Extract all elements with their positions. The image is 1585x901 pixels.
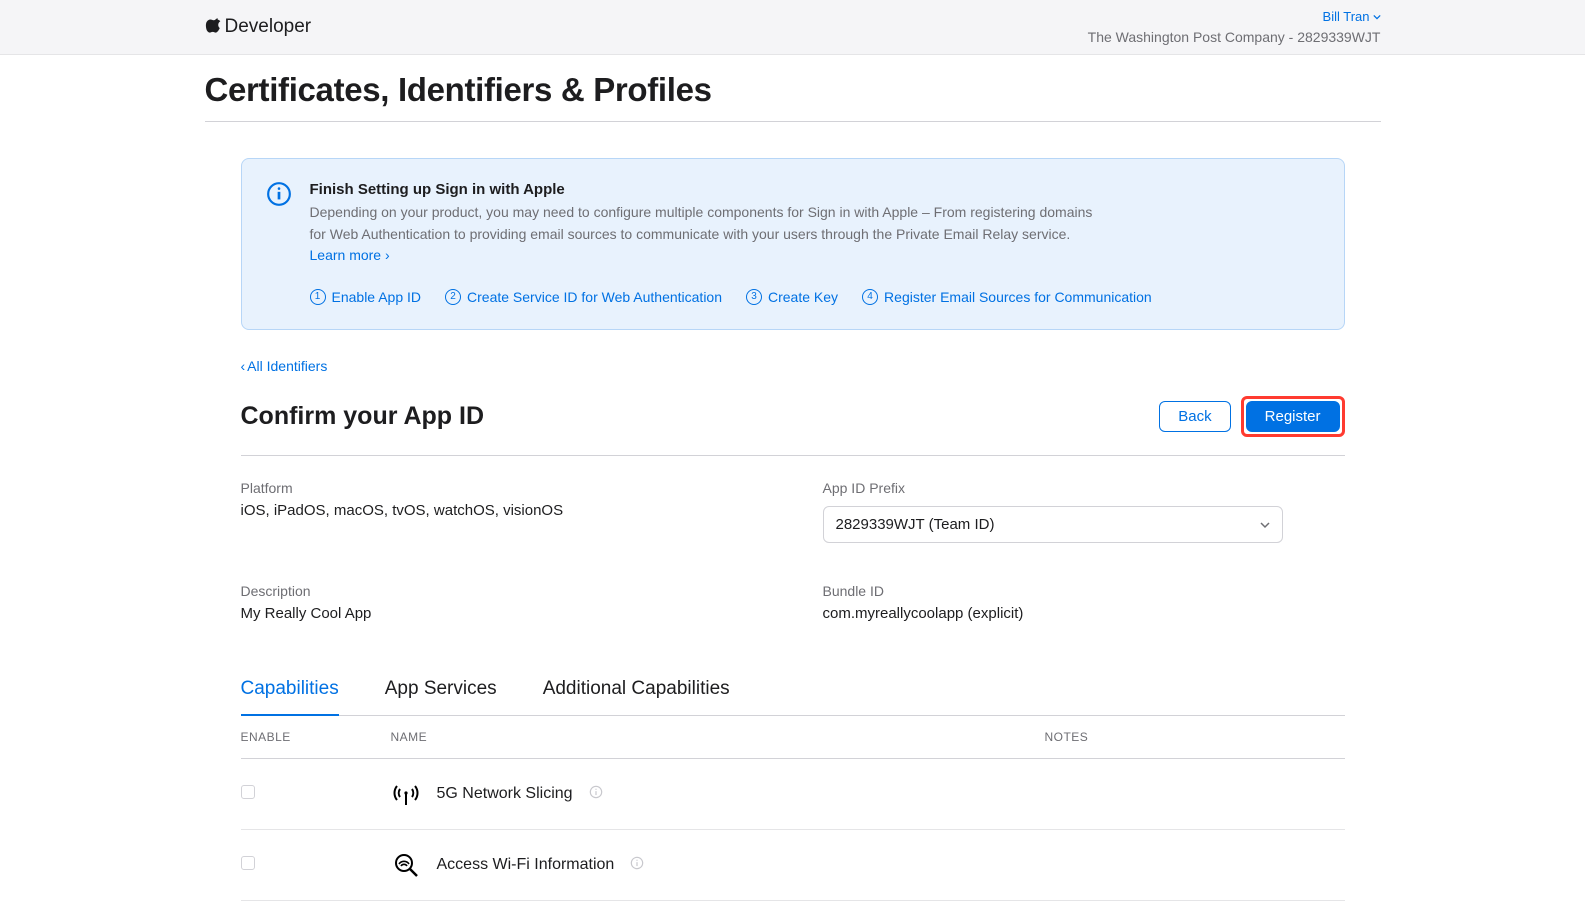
- user-name-text: Bill Tran: [1323, 7, 1370, 27]
- prefix-label: App ID Prefix: [823, 480, 1345, 496]
- wifi-search-icon: [391, 850, 421, 880]
- chevron-left-icon: ‹: [241, 358, 246, 374]
- col-enable: ENABLE: [241, 730, 391, 744]
- tab-capabilities[interactable]: Capabilities: [241, 678, 339, 716]
- prefix-field: App ID Prefix 2829339WJT (Team ID): [823, 480, 1345, 543]
- capability-checkbox[interactable]: [241, 785, 255, 799]
- info-title: Finish Setting up Sign in with Apple: [310, 181, 1316, 198]
- logo-text: Developer: [225, 16, 312, 38]
- user-info: Bill Tran The Washington Post Company - …: [1088, 6, 1381, 48]
- description-field: Description My Really Cool App: [241, 583, 763, 622]
- bundle-value: com.myreallycoolapp (explicit): [823, 605, 1345, 622]
- top-bar: Developer Bill Tran The Washington Post …: [0, 0, 1585, 55]
- info-panel: Finish Setting up Sign in with Apple Dep…: [241, 158, 1345, 330]
- back-button[interactable]: Back: [1159, 401, 1230, 432]
- highlight-annotation: Register: [1241, 396, 1345, 437]
- platform-field: Platform iOS, iPadOS, macOS, tvOS, watch…: [241, 480, 763, 543]
- section-title: Confirm your App ID: [241, 402, 485, 431]
- step-enable-app-id[interactable]: 1Enable App ID: [310, 289, 422, 305]
- team-info: The Washington Post Company - 2829339WJT: [1088, 27, 1381, 48]
- capability-name: Access Wi-Fi Information: [437, 856, 615, 874]
- step-create-key[interactable]: 3Create Key: [746, 289, 838, 305]
- step-create-service-id[interactable]: 2Create Service ID for Web Authenticatio…: [445, 289, 722, 305]
- user-menu[interactable]: Bill Tran: [1323, 7, 1381, 27]
- prefix-select[interactable]: 2829339WJT (Team ID): [823, 506, 1283, 543]
- capability-row: 5G Network Slicing: [241, 759, 1345, 830]
- platform-label: Platform: [241, 480, 763, 496]
- developer-logo[interactable]: Developer: [205, 16, 312, 38]
- tab-additional-capabilities[interactable]: Additional Capabilities: [543, 678, 730, 715]
- page-title: Certificates, Identifiers & Profiles: [205, 55, 1381, 122]
- apple-icon: [205, 18, 223, 36]
- tab-app-services[interactable]: App Services: [385, 678, 497, 715]
- chevron-down-icon: [1373, 13, 1381, 21]
- step-register-email[interactable]: 4Register Email Sources for Communicatio…: [862, 289, 1152, 305]
- bundle-field: Bundle ID com.myreallycoolapp (explicit): [823, 583, 1345, 622]
- info-icon[interactable]: [630, 856, 644, 875]
- bundle-label: Bundle ID: [823, 583, 1345, 599]
- platform-value: iOS, iPadOS, macOS, tvOS, watchOS, visio…: [241, 502, 763, 519]
- col-notes: NOTES: [1045, 730, 1345, 744]
- prefix-value: 2829339WJT (Team ID): [836, 516, 995, 533]
- info-steps: 1Enable App ID 2Create Service ID for We…: [310, 289, 1316, 305]
- capability-name: 5G Network Slicing: [437, 785, 573, 803]
- antenna-5g-icon: [391, 779, 421, 809]
- info-description: Depending on your product, you may need …: [310, 202, 1110, 267]
- chevron-down-icon: [1260, 520, 1270, 530]
- info-icon[interactable]: [589, 785, 603, 804]
- capability-checkbox[interactable]: [241, 856, 255, 870]
- back-link-all-identifiers[interactable]: ‹ All Identifiers: [241, 358, 328, 374]
- register-button[interactable]: Register: [1246, 401, 1340, 432]
- field-grid: Platform iOS, iPadOS, macOS, tvOS, watch…: [241, 480, 1345, 622]
- col-name: NAME: [391, 730, 1045, 744]
- info-icon: [266, 181, 292, 207]
- section-header: Confirm your App ID Back Register: [241, 396, 1345, 456]
- learn-more-link[interactable]: Learn more ›: [310, 247, 390, 263]
- description-value: My Really Cool App: [241, 605, 763, 622]
- description-label: Description: [241, 583, 763, 599]
- capability-table-header: ENABLE NAME NOTES: [241, 716, 1345, 759]
- tabs: Capabilities App Services Additional Cap…: [241, 678, 1345, 716]
- capability-row: Access Wi-Fi Information: [241, 830, 1345, 901]
